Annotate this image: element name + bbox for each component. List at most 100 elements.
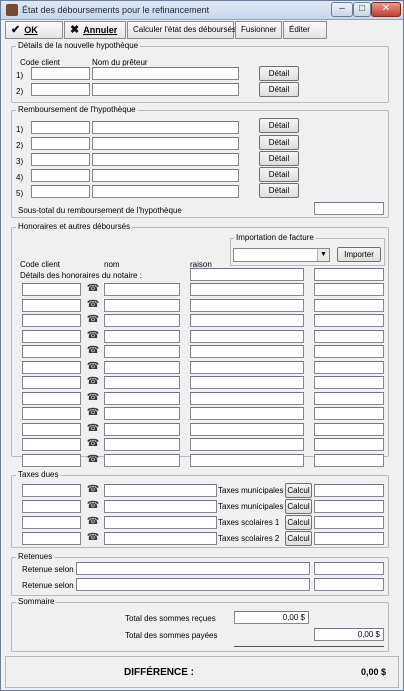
nom-input[interactable] [104,484,217,497]
retenue-description-input[interactable] [76,562,310,575]
nom-input[interactable] [104,407,180,420]
code-client-input[interactable] [22,314,81,327]
maximize-button[interactable]: □ [353,2,371,17]
phone-icon[interactable]: ☎ [86,500,100,513]
phone-icon[interactable]: ☎ [86,484,100,497]
nom-input[interactable] [92,185,239,198]
phone-icon[interactable]: ☎ [86,516,100,529]
detail-button[interactable]: Détail [259,66,299,81]
phone-icon[interactable]: ☎ [86,423,100,436]
raison-input[interactable] [190,360,304,374]
calcul-button[interactable]: Calcul [285,483,312,498]
phone-icon[interactable]: ☎ [86,299,100,312]
nom-input[interactable] [104,376,180,389]
tax-amount-input[interactable] [314,500,384,513]
code-client-input[interactable] [22,438,81,451]
detail-button[interactable]: Détail [259,167,299,182]
raison-input[interactable] [190,298,304,312]
phone-icon[interactable]: ☎ [86,376,100,389]
code-client-input[interactable] [31,153,90,166]
nom-input[interactable] [104,314,180,327]
retenue-description-input[interactable] [76,578,310,591]
calcul-button[interactable]: Calcul [285,499,312,514]
code-client-input[interactable] [22,500,81,513]
code-client-input[interactable] [22,407,81,420]
editer-button[interactable]: Éditer [283,21,327,39]
notaire-montant-input[interactable] [314,268,384,281]
code-client-input[interactable] [22,422,81,436]
phone-icon[interactable]: ☎ [86,532,100,545]
code-client-input[interactable] [22,298,81,312]
fusionner-button[interactable]: Fusionner [235,21,282,39]
code-client-input[interactable] [31,121,90,134]
facture-select[interactable]: ▼ [233,248,330,262]
raison-input[interactable] [190,345,304,358]
nom-input[interactable] [104,438,180,451]
nom-input[interactable] [104,283,180,296]
raison-input[interactable] [190,283,304,296]
detail-button[interactable]: Détail [259,183,299,198]
nom-input[interactable] [104,360,180,374]
phone-icon[interactable]: ☎ [86,330,100,343]
phone-icon[interactable]: ☎ [86,438,100,451]
ok-button[interactable]: ✔ OK [5,21,63,39]
code-client-input[interactable] [22,453,81,467]
subtotal-input[interactable] [314,202,384,215]
tax-amount-input[interactable] [314,484,384,497]
raison-input[interactable] [190,453,304,467]
code-client-input[interactable] [31,137,90,150]
detail-button[interactable]: Détail [259,151,299,166]
code-client-input[interactable] [31,169,90,182]
detail-button[interactable]: Détail [259,135,299,150]
raison-input[interactable] [190,391,304,405]
detail-button[interactable]: Détail [259,82,299,97]
nom-input[interactable] [104,391,180,405]
nom-input[interactable] [92,121,239,134]
annuler-button[interactable]: ✖ Annuler [64,21,126,39]
notaire-raison-input[interactable] [190,268,304,281]
nom-input[interactable] [104,532,217,545]
montant-input[interactable] [314,329,384,343]
code-client-input[interactable] [22,532,81,545]
phone-icon[interactable]: ☎ [86,392,100,405]
code-client-input[interactable] [22,329,81,343]
raison-input[interactable] [190,376,304,389]
code-client-input[interactable] [22,345,81,358]
montant-input[interactable] [314,298,384,312]
code-client-input[interactable] [31,185,90,198]
tax-amount-input[interactable] [314,516,384,529]
code-client-input[interactable] [22,283,81,296]
montant-input[interactable] [314,391,384,405]
raison-input[interactable] [190,314,304,327]
phone-icon[interactable]: ☎ [86,454,100,467]
nom-input[interactable] [104,345,180,358]
retenue-amount-input[interactable] [314,562,384,575]
raison-input[interactable] [190,329,304,343]
montant-input[interactable] [314,283,384,296]
code-client-input[interactable] [22,391,81,405]
code-client-input[interactable] [31,83,90,96]
calcul-button[interactable]: Calcul [285,515,312,530]
phone-icon[interactable]: ☎ [86,314,100,327]
montant-input[interactable] [314,376,384,389]
nom-preteur-input[interactable] [92,83,239,96]
montant-input[interactable] [314,422,384,436]
montant-input[interactable] [314,345,384,358]
raison-input[interactable] [190,438,304,451]
code-client-input[interactable] [22,484,81,497]
phone-icon[interactable]: ☎ [86,345,100,358]
nom-input[interactable] [92,137,239,150]
phone-icon[interactable]: ☎ [86,407,100,420]
montant-input[interactable] [314,407,384,420]
nom-input[interactable] [104,329,180,343]
importer-button[interactable]: Importer [337,247,381,262]
tax-amount-input[interactable] [314,532,384,545]
montant-input[interactable] [314,314,384,327]
nom-input[interactable] [104,298,180,312]
code-client-input[interactable] [22,376,81,389]
nom-input[interactable] [104,516,217,529]
nom-input[interactable] [92,169,239,182]
phone-icon[interactable]: ☎ [86,361,100,374]
code-client-input[interactable] [31,67,90,80]
nom-input[interactable] [104,453,180,467]
